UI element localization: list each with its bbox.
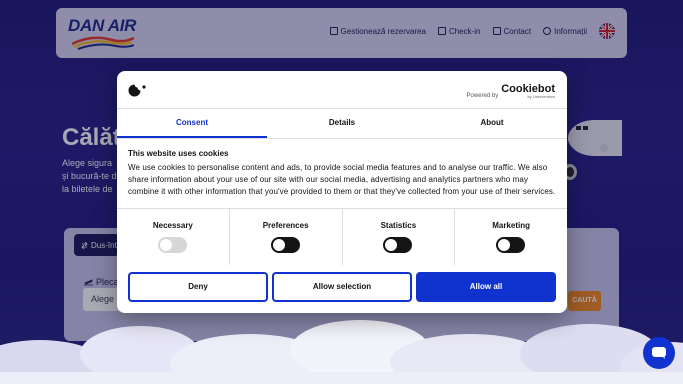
deny-button[interactable]: Deny bbox=[128, 272, 268, 302]
preferences-toggle[interactable] bbox=[270, 237, 300, 253]
cookie-description: We use cookies to personalise content an… bbox=[128, 163, 556, 196]
tab-about[interactable]: About bbox=[417, 109, 567, 138]
chat-button[interactable] bbox=[643, 337, 675, 369]
marketing-toggle[interactable] bbox=[496, 237, 526, 253]
cookie-consent-dialog: Powered by Cookiebot by Usercentrics Con… bbox=[117, 71, 567, 313]
necessary-toggle bbox=[157, 237, 187, 253]
statistics-toggle[interactable] bbox=[383, 237, 413, 253]
cookie-icon bbox=[128, 84, 146, 97]
powered-by-text: Powered by bbox=[466, 93, 499, 99]
category-necessary: Necessary bbox=[117, 209, 230, 265]
cookiebot-brand: Cookiebot bbox=[501, 83, 555, 95]
tab-consent[interactable]: Consent bbox=[117, 109, 267, 138]
cookie-tabs: Consent Details About bbox=[117, 109, 567, 138]
category-statistics: Statistics bbox=[343, 209, 456, 265]
divider bbox=[117, 138, 567, 139]
category-label: Marketing bbox=[492, 221, 531, 230]
category-label: Necessary bbox=[152, 221, 193, 230]
category-preferences: Preferences bbox=[230, 209, 343, 265]
allow-selection-button[interactable]: Allow selection bbox=[272, 272, 412, 302]
cookie-heading: This website uses cookies bbox=[128, 149, 229, 158]
category-marketing: Marketing bbox=[455, 209, 567, 265]
allow-all-button[interactable]: Allow all bbox=[416, 272, 556, 302]
clouds-decoration bbox=[0, 320, 683, 384]
powered-by-cookiebot[interactable]: Powered by Cookiebot by Usercentrics bbox=[466, 83, 555, 100]
chat-icon bbox=[652, 347, 666, 359]
tab-details[interactable]: Details bbox=[267, 109, 417, 138]
category-label: Statistics bbox=[380, 221, 417, 230]
category-label: Preferences bbox=[262, 221, 309, 230]
cookie-categories: Necessary Preferences Statistics Marketi… bbox=[117, 209, 567, 265]
cookie-actions: Deny Allow selection Allow all bbox=[128, 272, 556, 302]
